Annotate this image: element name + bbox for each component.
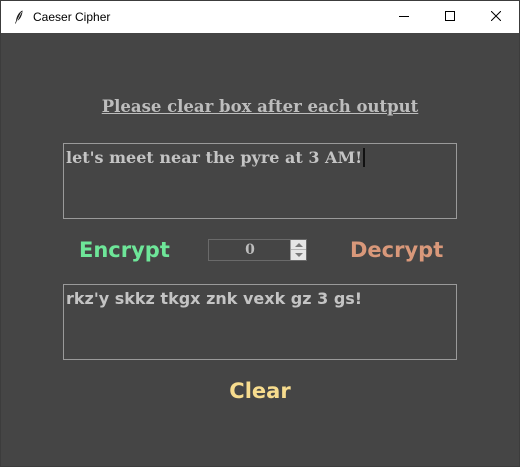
spin-down-button[interactable] <box>291 250 306 260</box>
encrypt-button[interactable]: Encrypt <box>79 238 170 262</box>
maximize-button[interactable] <box>427 1 473 33</box>
shift-spinbox[interactable]: 0 <box>208 239 307 261</box>
decrypt-button[interactable]: Decrypt <box>350 238 443 262</box>
input-textbox[interactable]: let's meet near the pyre at 3 AM! <box>63 143 457 219</box>
input-text: let's meet near the pyre at 3 AM! <box>66 148 363 167</box>
output-text: rkz'y skkz tkgx znk vexk gz 3 gs! <box>66 289 363 308</box>
shift-value[interactable]: 0 <box>209 240 291 260</box>
close-button[interactable] <box>473 1 519 33</box>
client-area: Please clear box after each output let's… <box>1 33 519 466</box>
output-textbox[interactable]: rkz'y skkz tkgx znk vexk gz 3 gs! <box>63 284 457 360</box>
spin-arrows <box>290 240 306 260</box>
clear-button[interactable]: Clear <box>1 379 519 403</box>
text-cursor <box>363 148 366 167</box>
spin-up-button[interactable] <box>291 240 306 250</box>
minimize-button[interactable] <box>381 1 427 33</box>
title-bar[interactable]: Caeser Cipher <box>1 1 519 33</box>
instruction-label: Please clear box after each output <box>101 97 419 116</box>
chevron-down-icon <box>294 253 303 257</box>
window-title: Caeser Cipher <box>33 10 111 24</box>
close-icon <box>490 8 502 26</box>
feather-icon <box>11 9 27 25</box>
chevron-up-icon <box>294 242 303 247</box>
maximize-icon <box>445 8 455 26</box>
minimize-icon <box>399 8 409 26</box>
app-window: Caeser Cipher Please clear box after eac… <box>0 0 520 467</box>
